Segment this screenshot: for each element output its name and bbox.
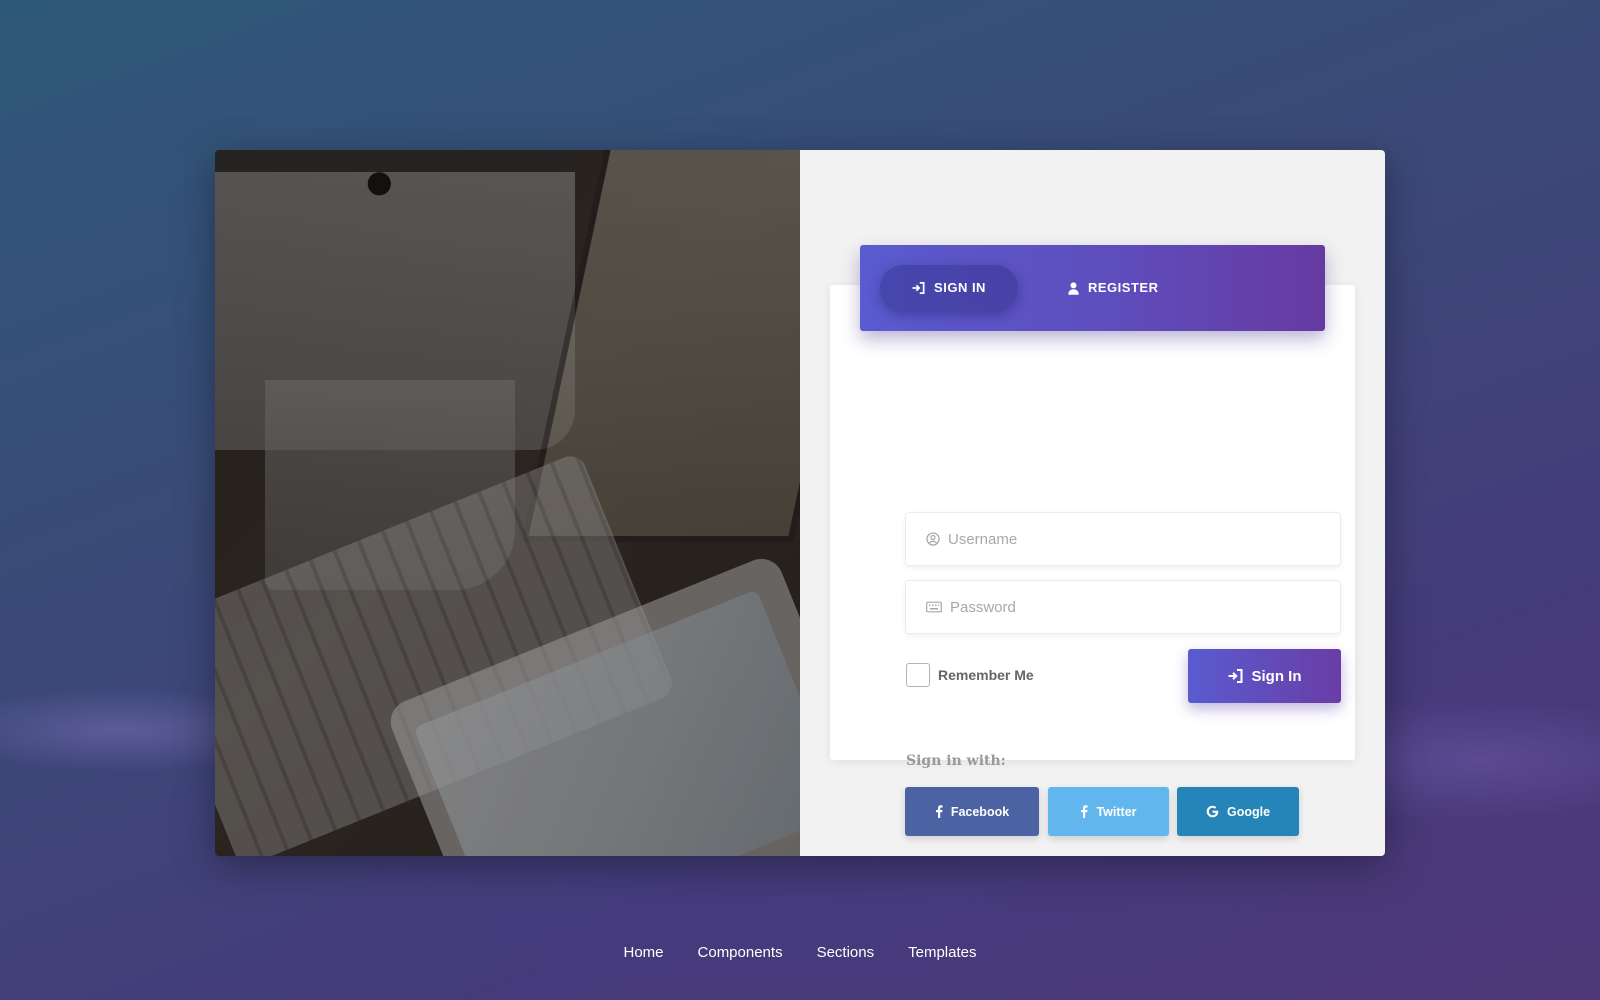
sign-in-icon — [1228, 669, 1242, 683]
tab-register-label: REGISTER — [1088, 280, 1159, 295]
remember-me-toggle[interactable]: Remember Me — [906, 663, 1034, 687]
twitter-icon — [1081, 805, 1089, 818]
keyboard-icon — [926, 601, 942, 613]
tab-register[interactable]: REGISTER — [1062, 265, 1164, 311]
google-login-button[interactable]: Google — [1177, 787, 1299, 836]
facebook-icon — [935, 805, 943, 818]
login-form-card: Remember Me Sign In Sign in with: Facebo… — [830, 285, 1355, 836]
auth-tab-header: SIGN IN REGISTER — [860, 245, 1325, 331]
footer-link-templates[interactable]: Templates — [908, 944, 976, 961]
login-panel: Remember Me Sign In Sign in with: Facebo… — [800, 150, 1385, 856]
facebook-login-button[interactable]: Facebook — [905, 787, 1039, 836]
footer-link-home[interactable]: Home — [624, 944, 664, 961]
user-icon — [1068, 281, 1079, 295]
footer-link-components[interactable]: Components — [698, 944, 783, 961]
username-field[interactable] — [905, 512, 1341, 566]
sign-in-button-label: Sign In — [1251, 667, 1302, 685]
sign-in-icon — [912, 282, 925, 294]
footer-link-sections[interactable]: Sections — [817, 944, 875, 961]
tab-sign-in[interactable]: SIGN IN — [880, 265, 1018, 311]
desk-photo: ● — [215, 150, 800, 856]
facebook-label: Facebook — [950, 804, 1010, 819]
twitter-label: Twitter — [1096, 804, 1137, 819]
sign-in-button[interactable]: Sign In — [1188, 649, 1341, 703]
remember-me-checkbox[interactable] — [906, 663, 930, 687]
footer-nav: Home Components Sections Templates — [0, 944, 1600, 961]
twitter-login-button[interactable]: Twitter — [1048, 787, 1169, 836]
password-field[interactable] — [905, 580, 1341, 634]
remember-me-label: Remember Me — [938, 667, 1034, 683]
sign-in-with-heading: Sign in with: — [906, 753, 1006, 769]
user-circle-icon — [926, 532, 940, 546]
tab-sign-in-label: SIGN IN — [934, 280, 986, 295]
google-label: Google — [1226, 804, 1271, 819]
google-icon — [1206, 805, 1219, 818]
password-input[interactable] — [948, 597, 1332, 617]
username-input[interactable] — [946, 529, 1330, 549]
login-card-container: ● Username Remember Me Sign In Sign in w… — [215, 150, 1385, 856]
